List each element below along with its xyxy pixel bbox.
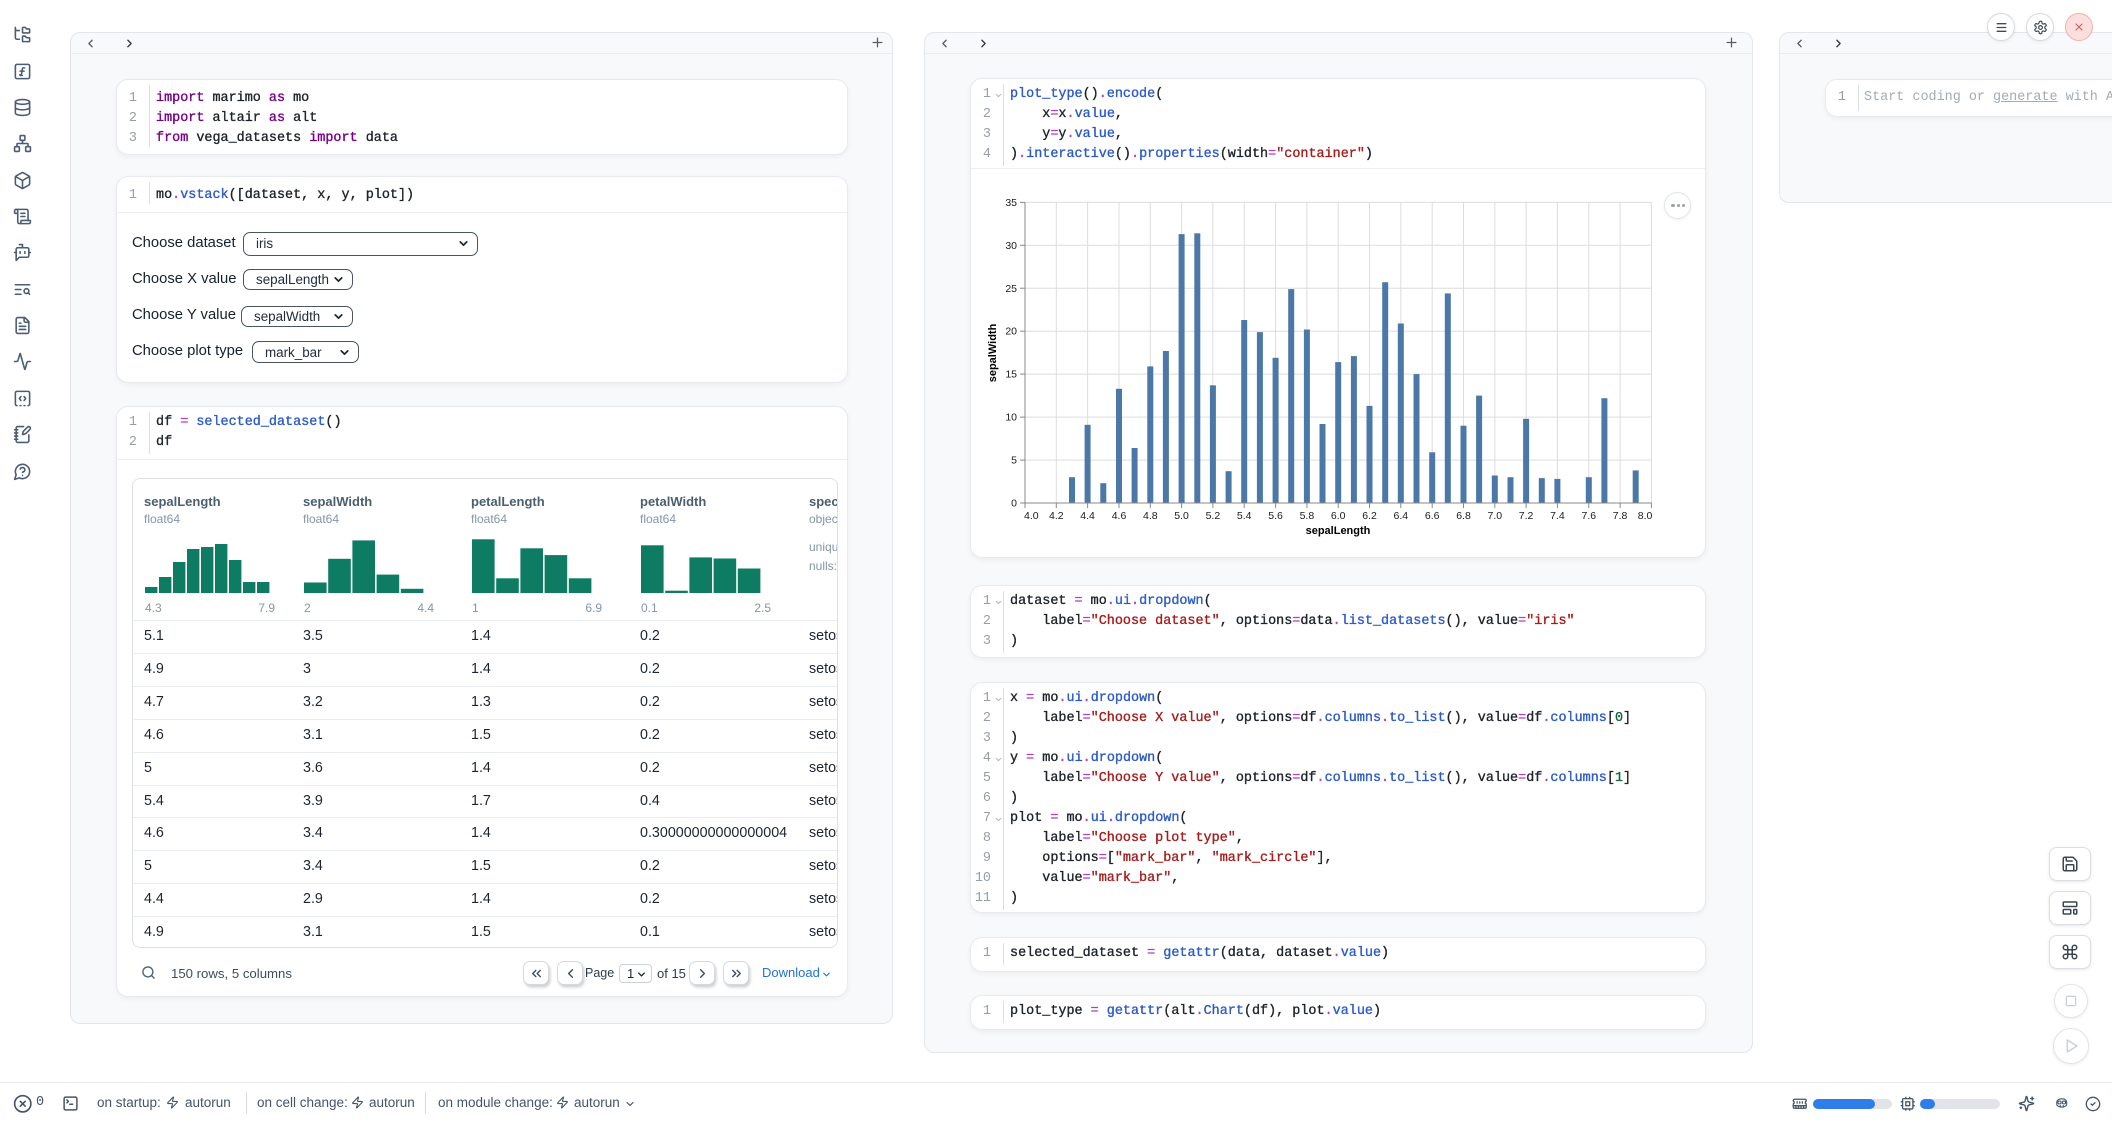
svg-text:sepalLength: sepalLength <box>1306 525 1371 537</box>
svg-text:5.4: 5.4 <box>1237 510 1252 522</box>
svg-text:20: 20 <box>1005 326 1017 338</box>
svg-text:6.4: 6.4 <box>1393 510 1408 522</box>
svg-text:5.8: 5.8 <box>1300 510 1315 522</box>
svg-text:4.2: 4.2 <box>1049 510 1064 522</box>
svg-text:6.8: 6.8 <box>1456 510 1471 522</box>
svg-text:15: 15 <box>1005 369 1017 381</box>
svg-text:4.6: 4.6 <box>1112 510 1127 522</box>
svg-text:5: 5 <box>1011 455 1017 467</box>
svg-text:5.2: 5.2 <box>1206 510 1221 522</box>
svg-text:7.0: 7.0 <box>1487 510 1502 522</box>
svg-text:5.0: 5.0 <box>1174 510 1189 522</box>
svg-text:4.0: 4.0 <box>1024 510 1039 522</box>
svg-text:30: 30 <box>1005 240 1017 252</box>
svg-text:7.4: 7.4 <box>1550 510 1565 522</box>
svg-text:0: 0 <box>1011 498 1017 510</box>
svg-text:8.0: 8.0 <box>1638 510 1653 522</box>
svg-text:35: 35 <box>1005 197 1017 209</box>
svg-text:6.6: 6.6 <box>1425 510 1440 522</box>
svg-text:4.8: 4.8 <box>1143 510 1158 522</box>
svg-text:sepalWidth: sepalWidth <box>987 323 999 382</box>
svg-text:7.2: 7.2 <box>1519 510 1534 522</box>
svg-text:10: 10 <box>1005 412 1017 424</box>
svg-text:7.8: 7.8 <box>1613 510 1628 522</box>
svg-text:4.4: 4.4 <box>1080 510 1095 522</box>
svg-text:5.6: 5.6 <box>1268 510 1283 522</box>
svg-text:6.2: 6.2 <box>1362 510 1377 522</box>
svg-text:25: 25 <box>1005 283 1017 295</box>
svg-text:7.6: 7.6 <box>1581 510 1596 522</box>
svg-text:6.0: 6.0 <box>1331 510 1346 522</box>
